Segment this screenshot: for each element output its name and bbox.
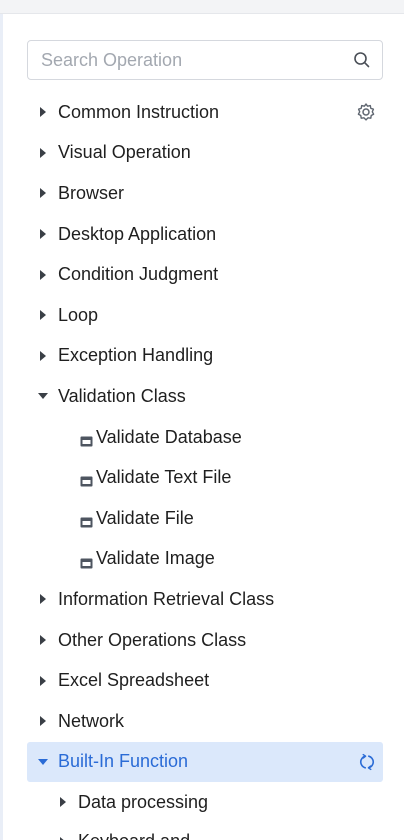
tree-subitem-validate-file[interactable]: Validate File: [0, 498, 404, 539]
tree-item-information-retrieval-class[interactable]: Information Retrieval Class: [0, 579, 404, 620]
tree-subitem-validate-database[interactable]: Validate Database: [0, 417, 404, 458]
caret-down-icon[interactable]: [38, 757, 48, 767]
tree-item-label: Visual Operation: [58, 142, 191, 163]
tree-item-label: Condition Judgment: [58, 264, 219, 285]
tree-item-label: Browser: [58, 182, 125, 203]
caret-right-icon[interactable]: [38, 107, 48, 118]
tree-item-label: Network: [58, 710, 125, 731]
caret-right-icon[interactable]: [38, 675, 48, 686]
tree-item-condition-judgment[interactable]: Condition Judgment: [0, 254, 404, 295]
document-icon: [80, 553, 93, 574]
caret-right-icon[interactable]: [38, 594, 48, 605]
tree-item-label: Desktop Application: [58, 223, 217, 244]
document-icon: [80, 431, 93, 452]
tree-item-label: Keyboard and ...: [78, 831, 210, 840]
tree-item-network[interactable]: Network: [0, 701, 404, 742]
caret-right-icon[interactable]: [38, 229, 48, 240]
caret-right-icon[interactable]: [38, 350, 48, 361]
document-icon: [80, 471, 93, 492]
caret-right-icon[interactable]: [38, 310, 48, 321]
tree-item-other-operations-class[interactable]: Other Operations Class: [0, 620, 404, 661]
search-icon[interactable]: [342, 40, 382, 80]
search-input[interactable]: [28, 41, 342, 79]
operation-tree: Common Instruction Visual Operation Brow…: [0, 92, 404, 840]
caret-right-icon[interactable]: [38, 188, 48, 199]
caret-right-icon[interactable]: [38, 269, 48, 280]
tree-item-common-instruction[interactable]: Common Instruction: [0, 92, 404, 133]
tree-subitem-data-processing[interactable]: Data processing: [0, 782, 404, 823]
tree-item-built-in-function[interactable]: Built-In Function: [27, 741, 383, 783]
caret-right-icon[interactable]: [58, 797, 68, 808]
caret-down-icon[interactable]: [38, 391, 48, 401]
tree-item-visual-operation[interactable]: Visual Operation: [0, 133, 404, 174]
tree-item-label: Common Instruction: [58, 101, 220, 122]
tree-item-browser[interactable]: Browser: [0, 173, 404, 214]
caret-right-icon[interactable]: [38, 147, 48, 158]
gear-icon[interactable]: [356, 102, 376, 127]
search-box[interactable]: [27, 40, 383, 80]
tree-subitem-validate-text-file[interactable]: Validate Text File: [0, 457, 404, 498]
document-icon: [80, 512, 93, 533]
tree-item-label: Built-In Function: [58, 751, 189, 772]
tree-item-label: Exception Handling: [58, 345, 214, 366]
top-bar: [0, 0, 404, 14]
tree-item-label: Data processing: [78, 791, 209, 812]
tree-item-label: Validate Database: [96, 426, 242, 447]
caret-right-icon[interactable]: [38, 716, 48, 727]
tree-item-label: Other Operations Class: [58, 629, 247, 650]
tree-item-label: Validate Image: [96, 548, 215, 569]
tree-item-label: Excel Spreadsheet: [58, 670, 210, 691]
tree-item-excel-spreadsheet[interactable]: Excel Spreadsheet: [0, 660, 404, 701]
tree-subitem-validate-image[interactable]: Validate Image: [0, 539, 404, 580]
tree-item-desktop-application[interactable]: Desktop Application: [0, 214, 404, 255]
tree-item-exception-handling[interactable]: Exception Handling: [0, 336, 404, 377]
tree-subitem-keyboard-and[interactable]: Keyboard and ...: [0, 823, 404, 840]
caret-right-icon[interactable]: [38, 635, 48, 646]
tree-item-label: Validate Text File: [96, 467, 232, 488]
tree-item-validation-class[interactable]: Validation Class: [0, 376, 404, 417]
tree-item-label: Validate File: [96, 507, 194, 528]
tree-item-label: Information Retrieval Class: [58, 588, 275, 609]
tree-item-loop[interactable]: Loop: [0, 295, 404, 336]
tree-item-label: Validation Class: [58, 385, 186, 406]
tree-item-label: Loop: [58, 304, 99, 325]
refresh-icon[interactable]: [357, 752, 377, 777]
